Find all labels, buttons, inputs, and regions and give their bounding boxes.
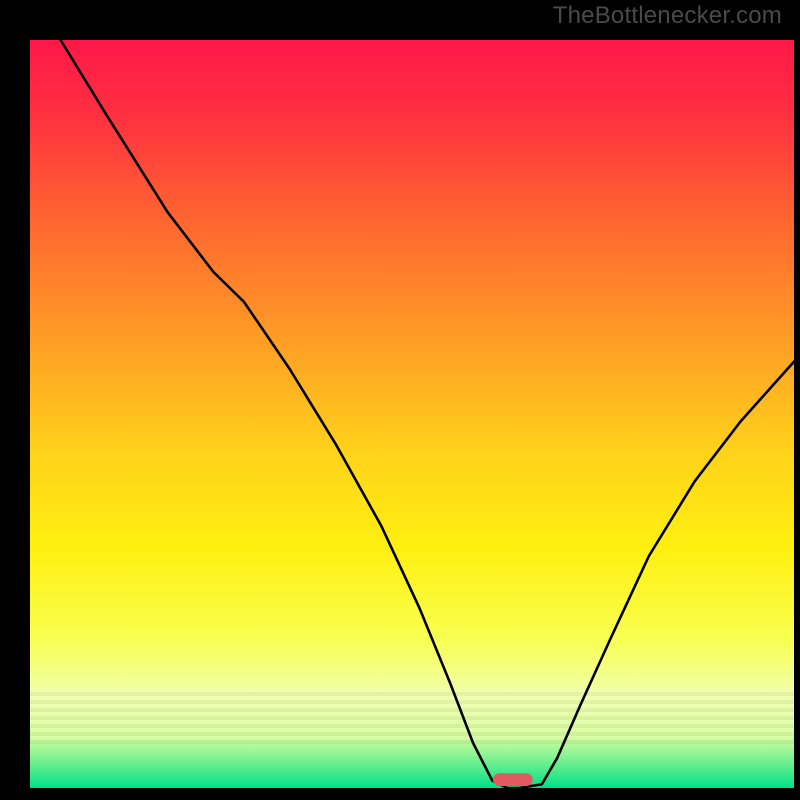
optimal-marker — [493, 773, 533, 786]
bottleneck-chart — [30, 40, 794, 788]
banding — [30, 688, 794, 744]
plot-area — [30, 40, 794, 788]
chart-frame — [12, 12, 788, 788]
watermark-text: TheBottlenecker.com — [553, 2, 782, 30]
gradient-background — [30, 40, 794, 788]
